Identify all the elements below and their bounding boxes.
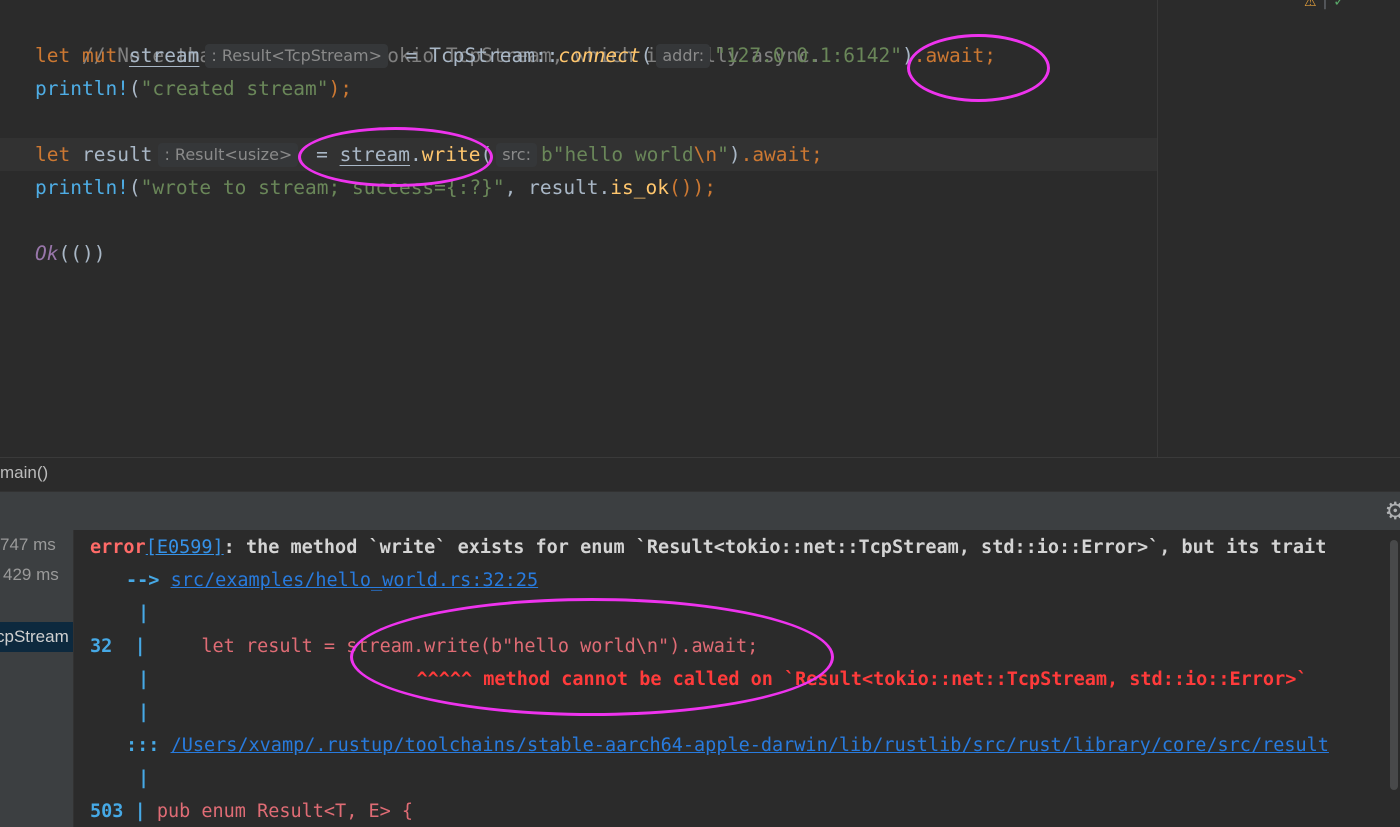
arrow-marker: --> [126, 570, 160, 591]
console-caret-line: | ^^^^^ method cannot be called on `Resu… [138, 663, 1308, 696]
byte-string: b"hello world [540, 143, 694, 166]
error-caret-message: ^^^^^ method cannot be called on `Result… [416, 669, 1308, 690]
await-keyword: .await; [913, 44, 996, 67]
error-code-link[interactable]: [E0599] [146, 537, 224, 558]
code-line-1[interactable]: // Note that this is the Tokio TcpStream… [35, 6, 822, 67]
duration-label: 747 ms [0, 535, 56, 554]
run-tree: 747 ms 429 ms cpStream [0, 530, 74, 827]
gutter-pipe: | [134, 801, 146, 822]
error-label: error [90, 537, 146, 558]
console-output[interactable]: error[E0599]: the method `write` exists … [74, 530, 1400, 827]
tree-item-selected[interactable]: cpStream [0, 622, 73, 652]
await-keyword: .await; [740, 143, 823, 166]
console-lib-line: ::: /Users/xvamp/.rustup/toolchains/stab… [126, 729, 1329, 762]
string-literal: "wrote to stream; success={:?}" [140, 176, 505, 199]
gutter-pipe: | [138, 702, 150, 723]
console-scrollbar[interactable] [1390, 540, 1398, 790]
source-location-link[interactable]: src/examples/hello_world.rs:32:25 [171, 570, 539, 591]
string-end: " [717, 143, 729, 166]
macro-println: println! [35, 77, 129, 100]
console-gutter-line: | [138, 597, 149, 630]
run-toolbar: ⚙ [0, 491, 1400, 531]
gutter-pipe: | [138, 603, 150, 624]
open-paren: ( [128, 77, 141, 100]
console-code-line: 503 | pub enum Result<T, E> { [90, 795, 413, 827]
escape-sequence: \n [693, 143, 718, 166]
duration-label: 429 ms [3, 565, 59, 584]
inspection-status[interactable]: ⚠ | ✓ [1304, 0, 1345, 10]
right-margin-guide [1157, 0, 1158, 457]
parameter-hint: addr: [656, 44, 711, 68]
source-snippet: let result = stream.write(b"hello world\… [201, 636, 759, 657]
type-hint: : Result<usize> [158, 143, 299, 167]
keyword-let: let [35, 143, 71, 166]
close-paren: ) [728, 143, 741, 166]
args: , result. [504, 176, 611, 199]
variable-stream[interactable]: stream [129, 44, 199, 67]
warning-icon[interactable]: ⚠ [1304, 0, 1317, 10]
library-path-link[interactable]: /Users/xvamp/.rustup/toolchains/stable-a… [171, 735, 1329, 756]
open-paren: ( [128, 176, 141, 199]
gear-icon[interactable]: ⚙ [1384, 497, 1400, 525]
string-literal: "127.0.0.1:6142" [714, 44, 903, 67]
console-code-line: 32 | let result = stream.write(b"hello w… [90, 630, 758, 663]
breadcrumb-item-main[interactable]: main() [0, 463, 48, 483]
error-message: : the method `write` exists for enum `Re… [223, 537, 1327, 558]
parameter-hint: src: [496, 143, 537, 167]
console-location-line: --> src/examples/hello_world.rs:32:25 [126, 564, 538, 597]
assign: = [316, 143, 340, 166]
keyword-let: let [35, 44, 71, 67]
gutter-pipe: | [138, 669, 150, 690]
gutter-pipe: | [138, 768, 150, 789]
method-is-ok[interactable]: is_ok [610, 176, 669, 199]
separator-icon: | [1322, 0, 1328, 10]
open-paren: ( [640, 44, 653, 67]
string-literal: "created stream" [140, 77, 329, 100]
close-paren: ) [902, 44, 914, 67]
line-number: 32 [90, 636, 113, 657]
variable-result[interactable]: result [82, 143, 152, 166]
code-line-4[interactable]: let result : Result<usize> = stream.write… [35, 138, 823, 171]
enum-ok: Ok [35, 242, 59, 265]
receiver-stream[interactable]: stream [340, 143, 410, 166]
code-editor[interactable]: ⚠ | ✓ // Note that this is the Tokio Tcp… [0, 0, 1400, 457]
dot: . [410, 143, 422, 166]
close-paren: ); [328, 77, 352, 100]
gutter-pipe: | [134, 636, 146, 657]
tree-item-duration[interactable]: 429 ms [3, 565, 59, 585]
code-line-3[interactable]: println!("created stream"); [35, 72, 352, 105]
open-paren: ( [480, 143, 493, 166]
console-gutter-line: | [138, 762, 149, 795]
check-icon[interactable]: ✓ [1333, 0, 1345, 10]
function-connect[interactable]: connect [558, 44, 640, 67]
breadcrumb: main() [0, 457, 1400, 492]
keyword-mut: mut [81, 44, 118, 67]
source-snippet: pub enum Result<T, E> { [156, 801, 414, 822]
console-gutter-line: | [138, 696, 149, 729]
connect-call-prefix: = TcpStream:: [405, 44, 559, 67]
colons-marker: ::: [126, 735, 160, 756]
close-paren: ()); [669, 176, 716, 199]
line-number: 503 [90, 801, 124, 822]
macro-println: println! [35, 176, 129, 199]
code-line-2[interactable]: let mut stream : Result<TcpStream> = TcpS… [35, 39, 996, 72]
type-hint: : Result<TcpStream> [205, 44, 389, 68]
tree-item-label: cpStream [0, 627, 69, 646]
code-line-6[interactable]: Ok(()) [35, 237, 105, 270]
tree-item-duration[interactable]: 747 ms [0, 535, 56, 555]
unit-args: (()) [58, 242, 106, 265]
console-error-line: error[E0599]: the method `write` exists … [90, 531, 1326, 564]
code-line-5[interactable]: println!("wrote to stream; success={:?}"… [35, 171, 716, 204]
method-write[interactable]: write [422, 143, 481, 166]
